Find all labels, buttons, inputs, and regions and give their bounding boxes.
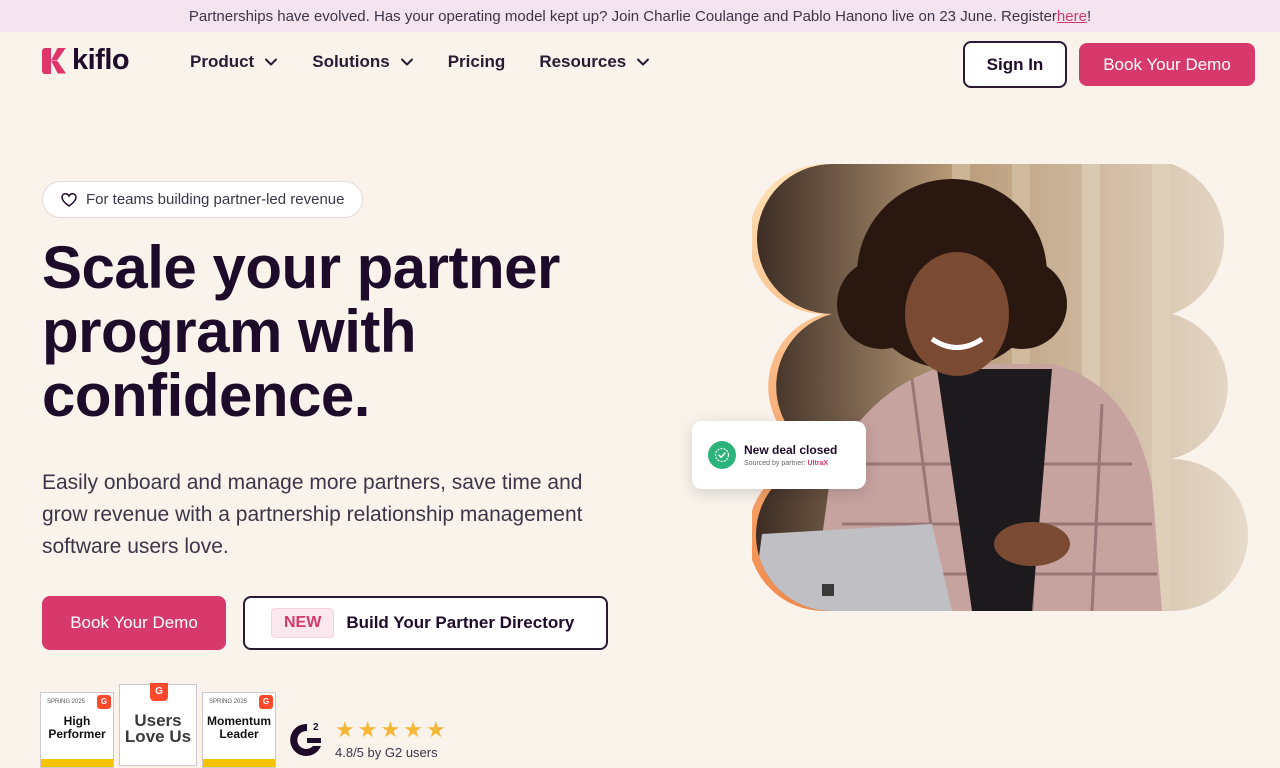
heart-icon xyxy=(61,192,77,208)
star-icon: ★ xyxy=(335,717,355,742)
badge-title: Users Love Us xyxy=(124,711,192,746)
nav-item-resources[interactable]: Resources xyxy=(539,52,650,72)
chevron-down-icon xyxy=(400,55,414,69)
subtext-line: software users love. xyxy=(42,535,229,558)
deal-title: New deal closed xyxy=(744,443,838,457)
g2-badge-users-love-us: G Users Love Us xyxy=(119,683,197,766)
g2-logo-icon: 2 xyxy=(287,720,327,760)
audience-tag: For teams building partner-led revenue xyxy=(42,181,363,218)
g2-icon: G xyxy=(97,695,111,709)
logo-mark-icon xyxy=(42,47,66,74)
g2-icon: G xyxy=(150,683,168,701)
star-rating: ★ ★ ★ ★ ★ xyxy=(335,719,446,741)
check-badge-icon xyxy=(708,441,736,469)
subtext-line: Easily onboard and manage more partners,… xyxy=(42,471,583,494)
announcement-text: Partnerships have evolved. Has your oper… xyxy=(188,7,1057,25)
partner-directory-button[interactable]: NEW Build Your Partner Directory xyxy=(243,596,608,650)
deal-subtitle: Sourced by partner: UltraX xyxy=(744,460,829,467)
announcement-bar: Partnerships have evolved. Has your oper… xyxy=(0,0,1280,32)
svg-text:2: 2 xyxy=(313,722,319,733)
g2-badge-high-performer: G SPRING 2025 High Performer xyxy=(40,692,114,768)
book-demo-hero-button[interactable]: Book Your Demo xyxy=(42,596,226,650)
g2-icon: G xyxy=(259,695,273,709)
subtext-line: grow revenue with a partnership relation… xyxy=(42,503,583,526)
brand-name: kiflo xyxy=(72,44,130,76)
announcement-register-link[interactable]: here xyxy=(1057,8,1087,25)
book-demo-nav-button[interactable]: Book Your Demo xyxy=(1079,43,1255,86)
nav-item-label: Resources xyxy=(539,52,627,71)
hero-headline: Scale your partner program with confiden… xyxy=(42,236,662,428)
deal-notification-card: New deal closed Sourced by partner: Ultr… xyxy=(692,421,866,489)
nav-item-label: Product xyxy=(190,52,255,71)
star-icon: ★ xyxy=(425,717,446,742)
star-icon: ★ xyxy=(380,717,401,742)
badge-title: High Performer xyxy=(48,714,106,741)
g2-badge-momentum-leader: G SPRING 2025 Momentum Leader xyxy=(202,692,276,768)
sign-in-button[interactable]: Sign In xyxy=(963,41,1067,88)
brand-logo[interactable]: kiflo xyxy=(42,44,130,76)
nav-item-label: Pricing xyxy=(447,52,506,71)
hero-image xyxy=(748,164,1255,611)
hero-subtext: Easily onboard and manage more partners,… xyxy=(42,467,642,563)
main-menu: Product Solutions Pricing Resources xyxy=(190,52,684,72)
chevron-down-icon xyxy=(264,55,278,69)
nav-item-solutions[interactable]: Solutions xyxy=(312,52,413,72)
audience-tag-text: For teams building partner-led revenue xyxy=(86,191,345,208)
award-badges: G SPRING 2025 High Performer G Users Lov… xyxy=(40,683,276,768)
rating-text: 4.8/5 by G2 users xyxy=(335,745,438,760)
headline-line: confidence. xyxy=(42,362,370,429)
nav-item-label: Solutions xyxy=(312,52,390,71)
deal-partner-name: UltraX xyxy=(807,460,829,467)
headline-line: program with xyxy=(42,298,417,365)
chevron-down-icon xyxy=(636,55,650,69)
partner-directory-label: Build Your Partner Directory xyxy=(346,613,575,632)
g2-rating: 2 ★ ★ ★ ★ ★ 4.8/5 by G2 users xyxy=(287,719,446,760)
star-icon: ★ xyxy=(357,717,378,742)
nav-item-pricing[interactable]: Pricing xyxy=(448,52,506,72)
headline-line: Scale your partner xyxy=(42,234,560,301)
badge-title: Momentum Leader xyxy=(207,714,271,741)
nav-item-product[interactable]: Product xyxy=(190,52,278,72)
new-badge: NEW xyxy=(271,608,335,638)
announcement-suffix: ! xyxy=(1086,7,1092,25)
star-icon: ★ xyxy=(403,717,423,742)
